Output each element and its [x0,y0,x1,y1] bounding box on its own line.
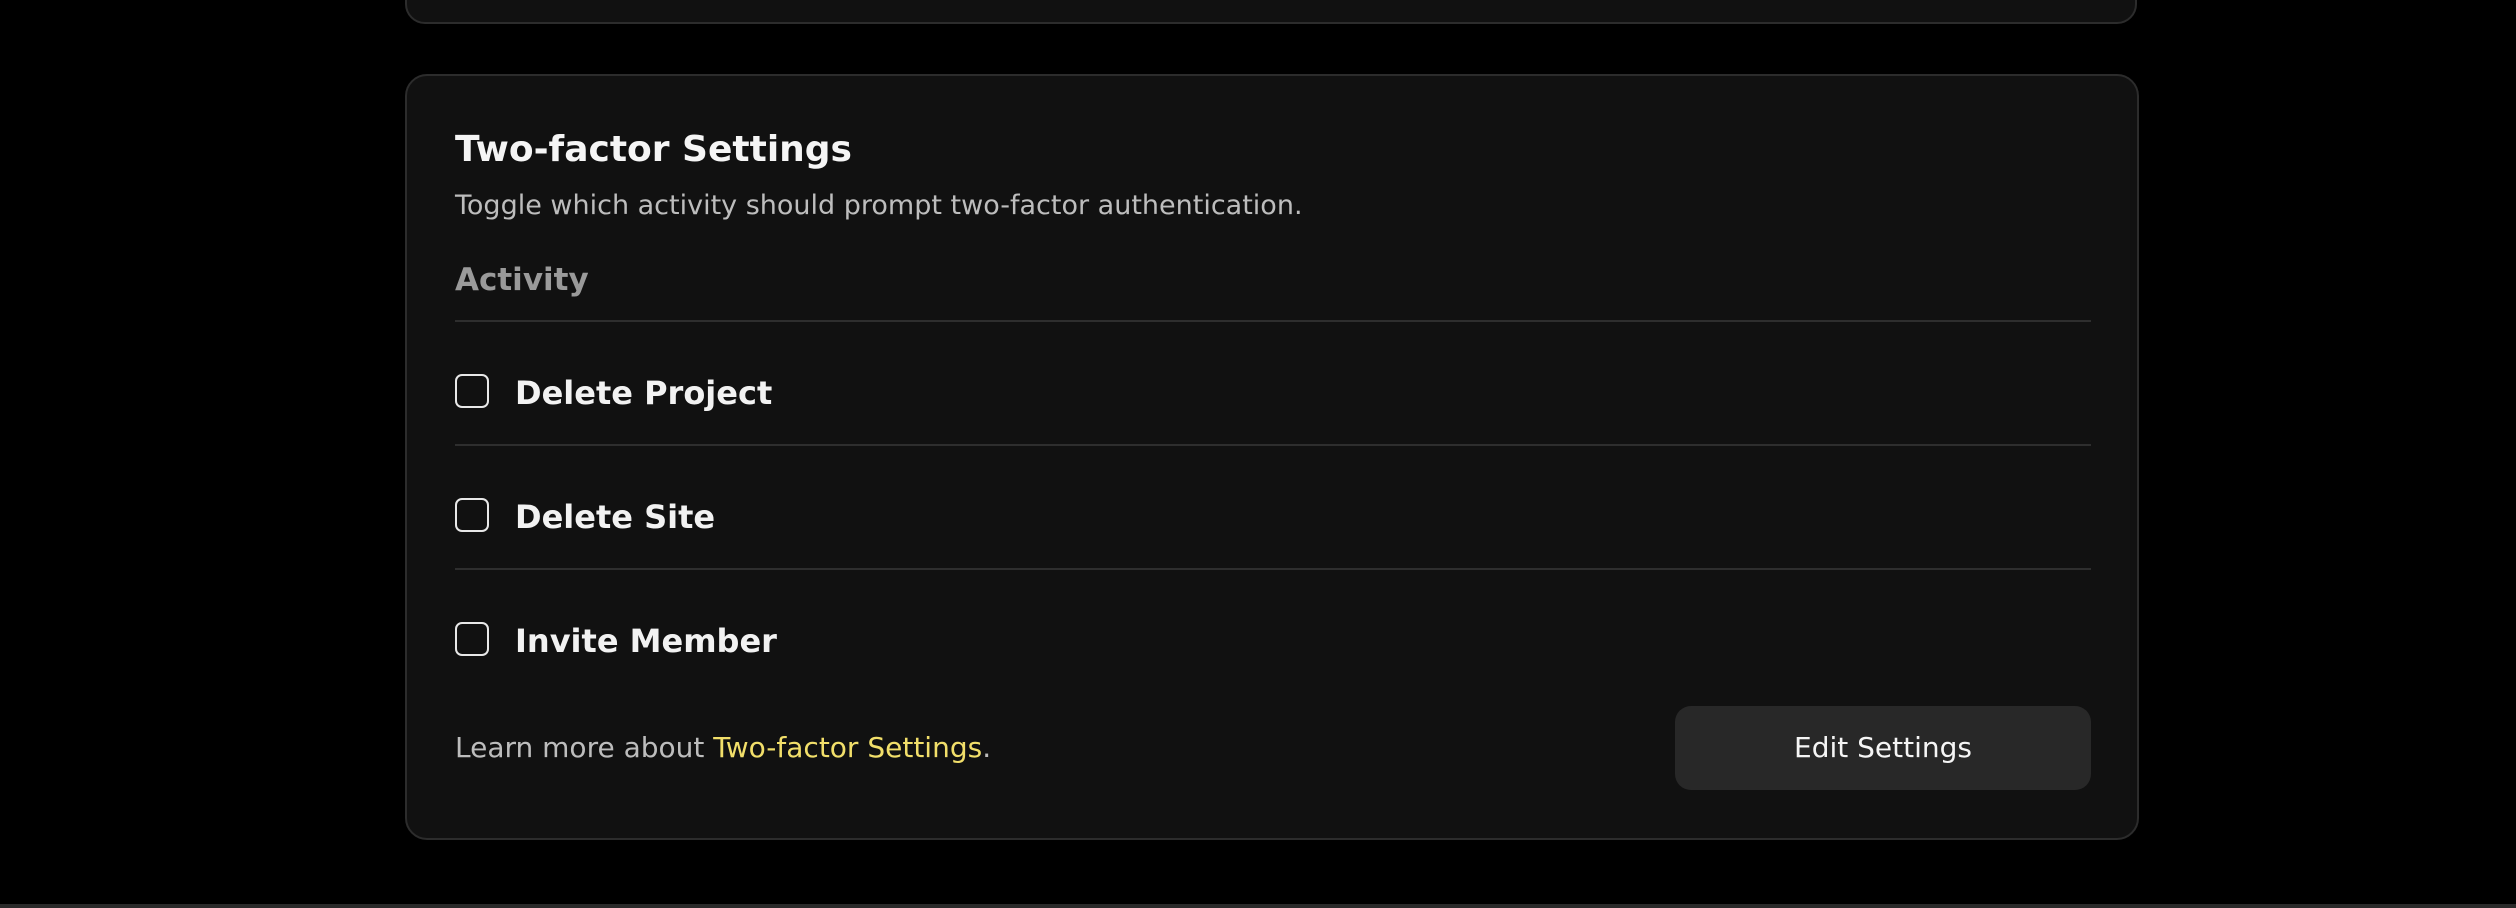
two-factor-settings-link[interactable]: Two-factor Settings [713,731,982,764]
two-factor-settings-card: Two-factor Settings Toggle which activit… [405,74,2139,840]
activity-label[interactable]: Delete Site [515,494,715,540]
learn-more-suffix: . [982,731,992,764]
row-divider [455,444,2091,446]
activity-label[interactable]: Invite Member [515,618,777,664]
delete-project-checkbox[interactable] [455,374,489,408]
activity-row-invite-member: Invite Member [455,618,1455,666]
activity-row-delete-site: Delete Site [455,494,1455,542]
learn-more-prefix: Learn more about [455,731,714,764]
activity-row-delete-project: Delete Project [455,370,1455,418]
row-divider [455,568,2091,570]
page-bottom-border [0,904,2516,908]
header-divider [455,320,2091,322]
delete-site-checkbox[interactable] [455,498,489,532]
edit-settings-button[interactable]: Edit Settings [1675,706,2091,790]
card-description: Toggle which activity should prompt two-… [455,190,1303,221]
card-title: Two-factor Settings [455,129,852,170]
page: Two-factor Settings Toggle which activit… [0,0,2516,908]
activity-label[interactable]: Delete Project [515,370,772,416]
learn-more-text: Learn more about Two-factor Settings. [455,728,991,768]
activity-column-header: Activity [455,262,589,298]
invite-member-checkbox[interactable] [455,622,489,656]
previous-settings-card [405,0,2137,24]
